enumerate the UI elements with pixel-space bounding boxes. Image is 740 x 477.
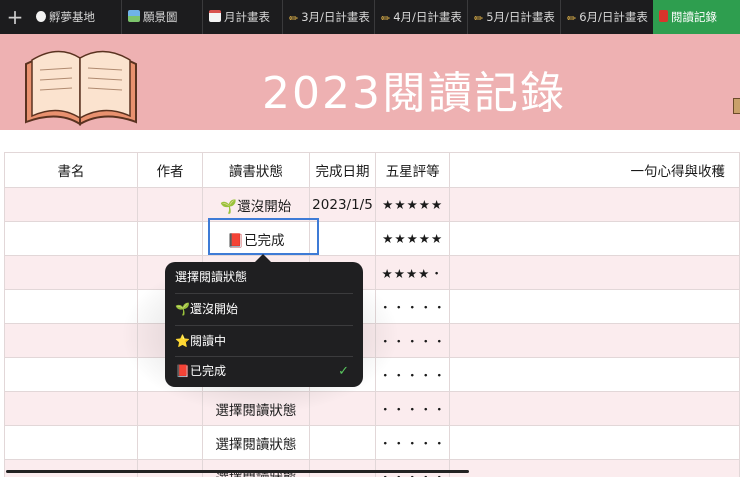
add-sheet-button[interactable]: + [6,5,24,29]
column-header-status[interactable]: 讀書狀態 [202,152,310,188]
picture-icon [128,10,140,22]
tab-label: 6月/日計畫表 [579,10,648,24]
status-cell[interactable]: 選擇閱讀狀態 [202,425,310,460]
review-cell[interactable] [449,187,740,222]
horizontal-scrollbar[interactable] [6,470,469,473]
tab-march-plan[interactable]: ✏ 3月/日計畫表 [282,0,374,34]
column-header-book[interactable]: 書名 [3,152,139,188]
status-cell[interactable]: 🌱還沒開始 [202,187,310,222]
header-banner: 2023閱讀記錄 [0,34,740,130]
column-header-review[interactable]: 一句心得與收穫 [449,152,740,188]
page-title: 2023閱讀記錄 [262,68,566,119]
tab-april-plan[interactable]: ✏ 4月/日計畫表 [374,0,467,34]
cell-selection-outline [208,218,319,255]
status-dropdown-menu: 選擇閱讀狀態 🌱還沒開始 ⭐閱讀中 📕已完成 ✓ [165,262,363,387]
column-header-date[interactable]: 完成日期 [308,152,377,188]
review-cell[interactable] [449,357,740,392]
book-cell[interactable] [3,425,139,460]
date-cell[interactable] [308,221,377,256]
book-cell[interactable] [3,221,139,256]
option-completed[interactable]: 📕已完成 ✓ [175,356,357,387]
tab-incubator[interactable]: 孵夢基地 [30,0,106,34]
book-cell[interactable] [3,323,139,358]
date-cell[interactable]: 2023/1/5 [308,187,377,222]
table-row: 選擇閱讀狀態 ・・・・・ [3,459,740,477]
pencil-icon: ✏ [289,12,299,25]
book-cell[interactable] [3,357,139,392]
book-cell[interactable] [3,289,139,324]
rating-cell[interactable]: ★★★★★ [375,221,451,256]
tab-label: 3月/日計畫表 [301,10,370,24]
tab-label: 願景圖 [143,10,178,24]
red-book-icon [659,10,668,22]
author-cell[interactable] [137,459,204,477]
book-cell[interactable] [3,255,139,290]
tab-june-plan[interactable]: ✏ 6月/日計畫表 [560,0,653,34]
book-cell[interactable] [3,459,139,477]
tab-label: 孵夢基地 [49,10,95,24]
book-edge-icon [733,98,740,114]
rating-cell[interactable]: ・・・・・ [375,459,451,477]
review-cell[interactable] [449,255,740,290]
tab-vision-board[interactable]: 願景圖 [121,0,196,34]
status-cell[interactable]: 選擇閱讀狀態 [202,459,310,477]
column-header-rating[interactable]: 五星評等 [375,152,451,188]
open-book-icon [25,50,137,126]
option-label: 📕已完成 [175,364,226,378]
tab-reading-log[interactable]: 閱讀記錄 [653,0,740,34]
author-cell[interactable] [137,221,204,256]
dropdown-header: 選擇閱讀狀態 [175,270,248,284]
sheet-tab-bar: + 孵夢基地 願景圖 月計畫表 ✏ 3月/日計畫表 ✏ 4月/日計畫表 ✏ 5月/日計… [0,0,740,34]
author-cell[interactable] [137,187,204,222]
author-cell[interactable] [137,425,204,460]
rating-cell[interactable]: ・・・・・ [375,425,451,460]
pencil-icon: ✏ [381,12,391,25]
review-cell[interactable] [449,221,740,256]
pencil-icon: ✏ [474,12,484,25]
checkmark-icon: ✓ [338,364,349,379]
table-row: 📕已完成 ★★★★★ [3,221,740,256]
review-cell[interactable] [449,289,740,324]
book-cell[interactable] [3,187,139,222]
table-header-row: 書名 作者 讀書狀態 完成日期 五星評等 一句心得與收穫 [3,152,740,188]
date-cell[interactable] [308,459,377,477]
tab-may-plan[interactable]: ✏ 5月/日計畫表 [467,0,560,34]
review-cell[interactable] [449,425,740,460]
tab-label: 4月/日計畫表 [393,10,462,24]
pencil-icon: ✏ [567,12,577,25]
egg-icon [36,11,46,22]
option-not-started[interactable]: 🌱還沒開始 [175,294,357,325]
column-header-author[interactable]: 作者 [137,152,204,188]
table-row: 🌱還沒開始 2023/1/5 ★★★★★ [3,187,740,222]
rating-cell[interactable]: ★★★★★ [375,187,451,222]
calendar-icon [209,10,221,22]
tab-label: 月計畫表 [224,10,270,24]
review-cell[interactable] [449,391,740,426]
review-cell[interactable] [449,323,740,358]
tab-monthly-plan[interactable]: 月計畫表 [202,0,282,34]
tab-label: 5月/日計畫表 [486,10,555,24]
tab-label: 閱讀記錄 [671,10,717,24]
book-cell[interactable] [3,391,139,426]
option-reading[interactable]: ⭐閱讀中 [175,326,357,357]
date-cell[interactable] [308,425,377,460]
review-cell[interactable] [449,459,740,477]
table-row: 選擇閱讀狀態 ・・・・・ [3,425,740,460]
